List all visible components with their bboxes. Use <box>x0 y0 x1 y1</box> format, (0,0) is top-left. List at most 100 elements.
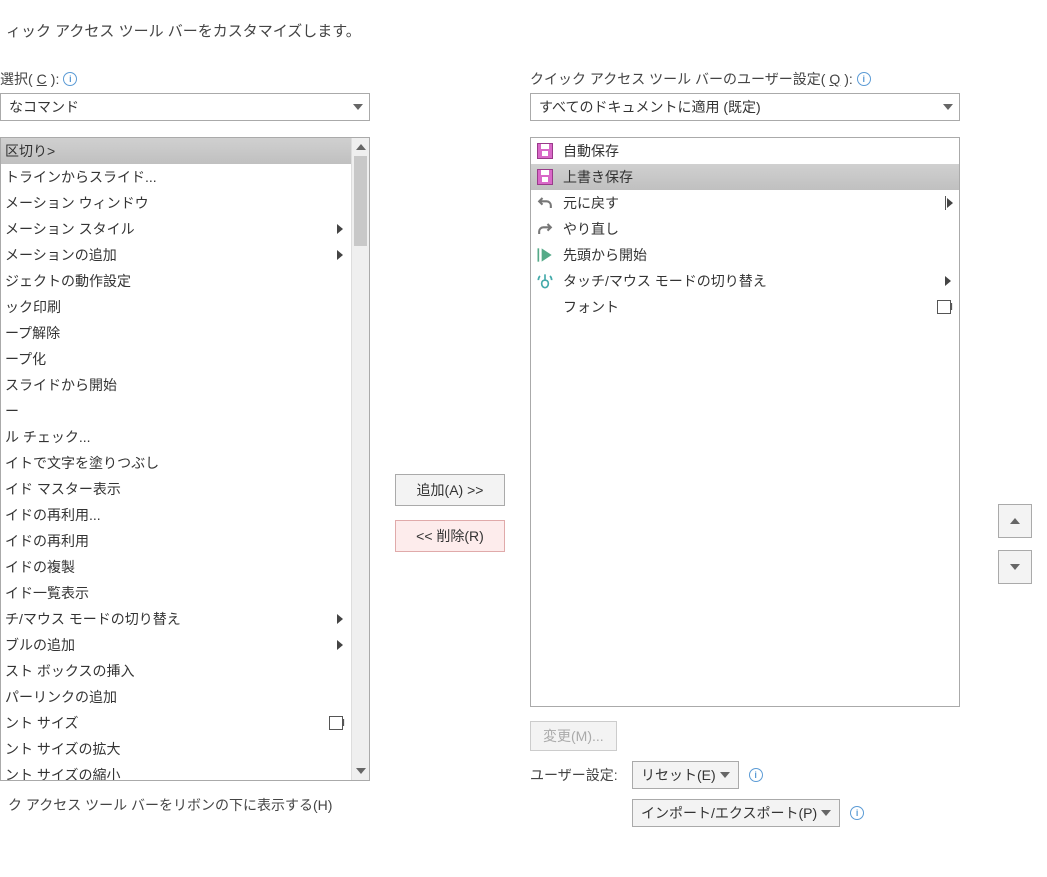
item-text: 自動保存 <box>563 141 953 161</box>
arrow-up-icon <box>1010 518 1020 524</box>
add-button[interactable]: 追加(A) >> <box>395 474 505 506</box>
show-below-ribbon-checkbox[interactable]: ク アクセス ツール バーをリボンの下に表示する(H) <box>0 795 370 815</box>
list-item[interactable]: メーション ウィンドウ <box>1 190 351 216</box>
qat-label-post: ): <box>844 71 853 87</box>
item-text: ント サイズの拡大 <box>5 739 345 759</box>
item-text: ント サイズ <box>5 713 329 733</box>
list-item[interactable]: フォント <box>531 294 959 320</box>
list-item[interactable]: イドの複製 <box>1 554 351 580</box>
list-item[interactable]: 先頭から開始 <box>531 242 959 268</box>
list-item[interactable]: イドの再利用 <box>1 528 351 554</box>
item-text: ジェクトの動作設定 <box>5 271 345 291</box>
info-icon[interactable]: i <box>749 768 763 782</box>
item-text: パーリンクの追加 <box>5 687 345 707</box>
item-text: イトで文字を塗りつぶし <box>5 453 345 473</box>
list-item[interactable]: イドの再利用... <box>1 502 351 528</box>
list-item[interactable]: ント サイズの縮小 <box>1 762 351 780</box>
submenu-arrow-icon <box>945 276 951 286</box>
item-text: イドの再利用... <box>5 505 345 525</box>
reset-label: リセット(E) <box>641 765 716 785</box>
choose-label-key: C <box>37 71 47 87</box>
item-text: スト ボックスの挿入 <box>5 661 345 681</box>
item-text: ープ化 <box>5 349 345 369</box>
info-icon[interactable]: i <box>63 72 77 86</box>
list-item[interactable]: スト ボックスの挿入 <box>1 658 351 684</box>
chevron-down-icon <box>943 104 953 110</box>
list-item[interactable]: メーション スタイル <box>1 216 351 242</box>
modify-button: 変更(M)... <box>530 721 617 751</box>
item-text: タッチ/マウス モードの切り替え <box>563 271 937 291</box>
qat-label-key: Q <box>829 71 840 87</box>
info-icon[interactable]: i <box>850 806 864 820</box>
font-size-box-icon <box>329 716 343 730</box>
touch-mode-icon <box>535 271 555 291</box>
item-text: ブルの追加 <box>5 635 337 655</box>
info-icon[interactable]: i <box>857 72 871 86</box>
scrollbar[interactable] <box>351 138 369 780</box>
submenu-arrow-icon <box>337 250 343 260</box>
save-disk-icon <box>535 141 555 161</box>
combo-text: なコマンド <box>9 97 353 117</box>
list-item[interactable]: イド一覧表示 <box>1 580 351 606</box>
item-text: イド マスター表示 <box>5 479 345 499</box>
list-item[interactable]: ル チェック... <box>1 424 351 450</box>
arrow-down-icon <box>356 768 366 774</box>
move-up-button[interactable] <box>998 504 1032 538</box>
choose-commands-label: 選択(C): i <box>0 69 370 89</box>
move-down-button[interactable] <box>998 550 1032 584</box>
qat-scope-combo[interactable]: すべてのドキュメントに適用 (既定) <box>530 93 960 121</box>
list-item[interactable]: イド マスター表示 <box>1 476 351 502</box>
current-qat-list[interactable]: 自動保存上書き保存元に戻すやり直し先頭から開始タッチ/マウス モードの切り替えフ… <box>530 137 960 707</box>
list-item[interactable]: イトで文字を塗りつぶし <box>1 450 351 476</box>
list-item[interactable]: メーションの追加 <box>1 242 351 268</box>
chevron-down-icon <box>821 810 831 816</box>
list-item[interactable]: ント サイズの拡大 <box>1 736 351 762</box>
list-item[interactable]: ープ化 <box>1 346 351 372</box>
save-disk-icon <box>535 167 555 187</box>
list-item[interactable]: 区切り> <box>1 138 351 164</box>
list-item[interactable]: ジェクトの動作設定 <box>1 268 351 294</box>
list-item[interactable]: 自動保存 <box>531 138 959 164</box>
list-item[interactable]: トラインからスライド... <box>1 164 351 190</box>
item-text: ック印刷 <box>5 297 345 317</box>
import-export-button[interactable]: インポート/エクスポート(P) <box>632 799 840 827</box>
scroll-down-button[interactable] <box>352 762 369 780</box>
list-item[interactable]: やり直し <box>531 216 959 242</box>
scroll-thumb[interactable] <box>354 156 367 246</box>
import-export-label: インポート/エクスポート(P) <box>641 803 817 823</box>
show-below-label: ク アクセス ツール バーをリボンの下に表示する(H) <box>8 795 332 815</box>
item-text: 区切り> <box>5 141 345 161</box>
page-title: ィック アクセス ツール バーをカスタマイズします。 <box>0 20 1032 41</box>
item-text: フォント <box>563 297 929 317</box>
item-text: やり直し <box>563 219 953 239</box>
separator-arrow-icon <box>945 196 953 210</box>
list-item[interactable]: 元に戻す <box>531 190 959 216</box>
item-text: ー <box>5 401 345 421</box>
item-text: メーション ウィンドウ <box>5 193 345 213</box>
list-item[interactable]: ブルの追加 <box>1 632 351 658</box>
list-item[interactable]: 上書き保存 <box>531 164 959 190</box>
submenu-arrow-icon <box>337 224 343 234</box>
play-from-start-icon <box>535 245 555 265</box>
list-item[interactable]: ー <box>1 398 351 424</box>
item-text: スライドから開始 <box>5 375 345 395</box>
list-item[interactable]: ープ解除 <box>1 320 351 346</box>
qat-label-pre: クイック アクセス ツール バーのユーザー設定( <box>530 69 825 89</box>
choose-label-post: ): <box>51 71 60 87</box>
list-item[interactable]: ック印刷 <box>1 294 351 320</box>
remove-button[interactable]: << 削除(R) <box>395 520 505 552</box>
available-commands-list[interactable]: 区切り> トラインからスライド... メーション ウィンドウメーション スタイルメー… <box>0 137 370 781</box>
choose-label-pre: 選択( <box>0 69 33 89</box>
list-item[interactable]: パーリンクの追加 <box>1 684 351 710</box>
item-text: 先頭から開始 <box>563 245 953 265</box>
list-item[interactable]: ント サイズ <box>1 710 351 736</box>
scroll-up-button[interactable] <box>352 138 369 156</box>
list-item[interactable]: チ/マウス モードの切り替え <box>1 606 351 632</box>
arrow-down-icon <box>1010 564 1020 570</box>
list-item[interactable]: タッチ/マウス モードの切り替え <box>531 268 959 294</box>
item-text: メーション スタイル <box>5 219 337 239</box>
font-size-box-icon <box>937 300 951 314</box>
list-item[interactable]: スライドから開始 <box>1 372 351 398</box>
choose-commands-combo[interactable]: なコマンド <box>0 93 370 121</box>
reset-button[interactable]: リセット(E) <box>632 761 739 789</box>
